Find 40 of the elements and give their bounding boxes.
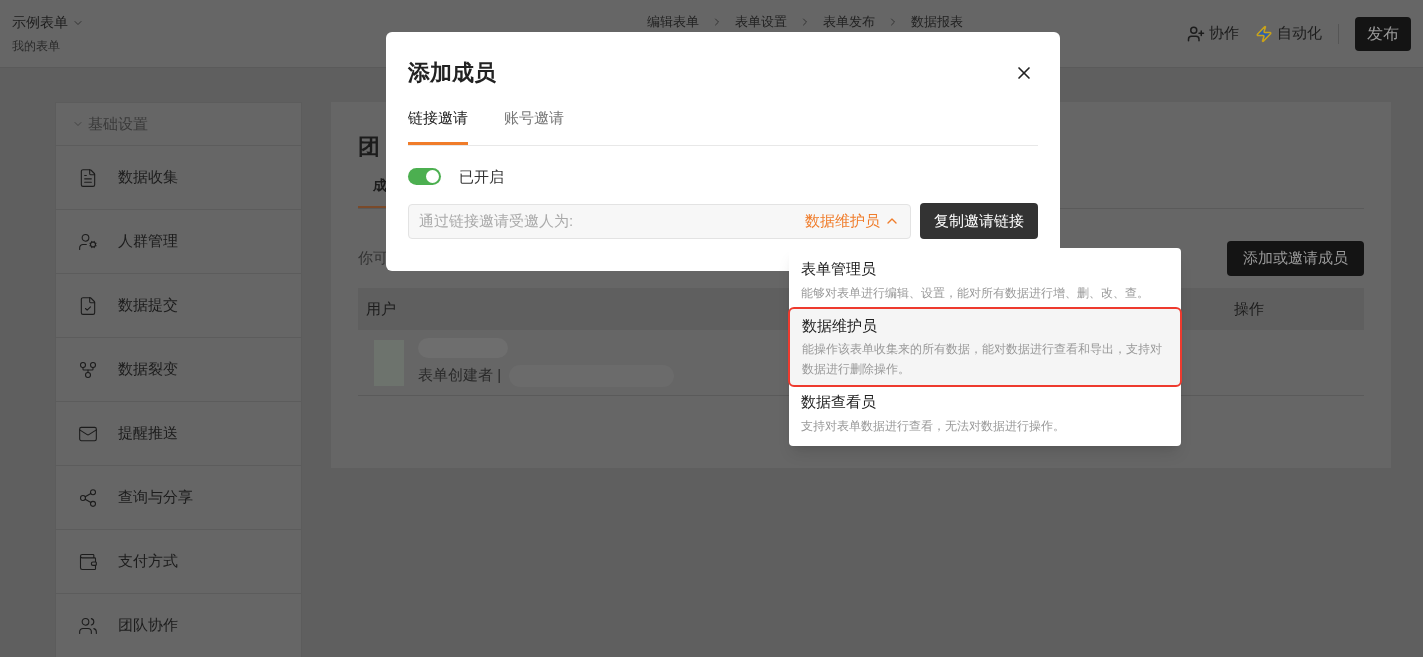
role-option[interactable]: 表单管理员 能够对表单进行编辑、设置，能对所有数据进行增、删、改、查。: [789, 252, 1181, 309]
page-title: 团: [358, 133, 381, 161]
role-text: 表单创建者 |: [418, 365, 502, 386]
person-icon: [78, 231, 98, 252]
add-person-icon: [1187, 24, 1205, 43]
add-member-button[interactable]: 添加或邀请成员: [1227, 241, 1364, 276]
toggle-switch[interactable]: [408, 168, 441, 186]
invite-input[interactable]: 通过链接邀请受邀人为:: [419, 209, 679, 233]
copy-link-button[interactable]: 复制邀请链接: [920, 203, 1038, 239]
invite-tab[interactable]: 账号邀请: [504, 107, 564, 145]
document-icon: [78, 167, 98, 188]
column-header: 用户: [366, 298, 396, 319]
document-check-icon: [78, 295, 98, 316]
collaborate-button[interactable]: 协作: [1187, 22, 1239, 45]
step-link[interactable]: 表单设置: [734, 12, 787, 32]
switch-label: 已开启: [459, 166, 504, 187]
share-icon: [78, 487, 98, 508]
invite-role-field[interactable]: 通过链接邀请受邀人为: 数据维护员: [408, 203, 911, 239]
form-name[interactable]: 示例表单: [12, 12, 68, 33]
option-title: 表单管理员: [801, 259, 877, 279]
option-description: 支持对表单数据进行查看，无法对数据进行操作。: [801, 417, 1066, 435]
step-link[interactable]: 表单发布: [822, 12, 875, 32]
lightning-icon: [1255, 24, 1273, 43]
wallet-icon: [78, 551, 98, 572]
nodes-icon: [78, 359, 98, 380]
automation-button[interactable]: 自动化: [1255, 22, 1322, 45]
step-link[interactable]: 编辑表单: [646, 12, 699, 32]
option-title: 数据维护员: [802, 315, 878, 336]
column-header: 操作: [1234, 298, 1264, 319]
invite-tab[interactable]: 链接邀请: [408, 107, 468, 145]
role-select[interactable]: 数据维护员: [805, 209, 880, 233]
people-icon: [78, 615, 98, 636]
dialog-title: 添加成员: [408, 59, 496, 87]
publish-button[interactable]: 发布: [1355, 16, 1411, 51]
option-description: 能操作该表单收集来的所有数据，能对数据进行查看和导出，支持对数据进行删除操作。: [802, 341, 1163, 378]
role-option[interactable]: 数据查看员 支持对表单数据进行查看，无法对数据进行操作。: [789, 385, 1181, 442]
role-option[interactable]: 数据维护员 能操作该表单收集来的所有数据，能对数据进行查看和导出，支持对数据进行删除操作。: [790, 308, 1180, 385]
step-link[interactable]: 数据报表: [910, 12, 963, 32]
option-title: 数据查看员: [801, 392, 877, 412]
option-description: 能够对表单进行编辑、设置，能对所有数据进行增、删、改、查。: [801, 284, 1150, 302]
